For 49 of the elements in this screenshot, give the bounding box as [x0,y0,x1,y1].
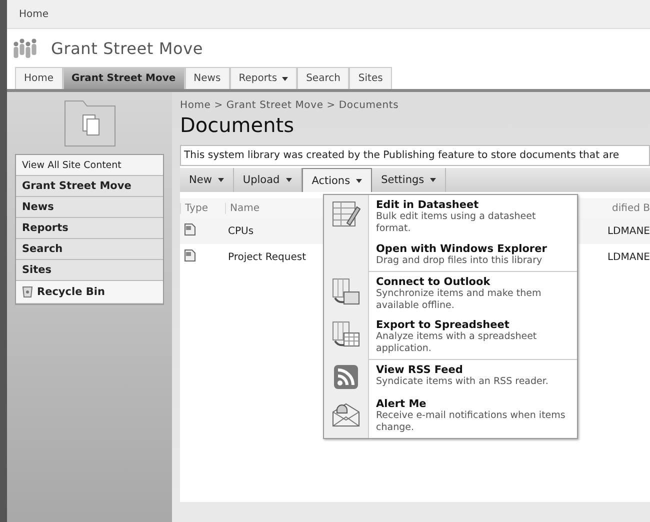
menu-item-title[interactable]: Edit in Datasheet [376,199,573,211]
nav-tab[interactable]: Home [15,67,63,89]
nav-tab[interactable]: Search [297,67,350,89]
menu-item-description: Analyze items with a spreadsheet application. [376,331,538,356]
document-icon [184,249,196,262]
sidebar-item[interactable]: Grant Street Move [16,176,163,197]
table-cell: LDMANE [607,252,650,262]
site-title: Grant Street Move [51,38,203,58]
menu-item-description: Drag and drop files into this library [376,254,544,267]
people-icon [13,37,39,59]
sidebar-item[interactable]: Search [16,239,163,260]
toolbar-menu-button[interactable]: Actions [302,168,372,192]
rss-icon [333,364,359,390]
menu-item-description: Receive e-mail notifications when items change. [376,410,566,434]
nav-tab[interactable]: Sites [349,67,392,89]
caret-icon [218,178,224,182]
toolbar-menu-button[interactable]: New [180,168,234,192]
menu-item-title[interactable]: Export to Spreadsheet [376,319,573,332]
library-description: This system library was created by the Publishing feature to store documents that are [180,145,650,166]
document-icon [184,223,196,236]
spreadsheet-export-icon [331,319,361,350]
column-header[interactable]: dified B [612,202,650,214]
datasheet-icon [331,199,361,229]
breadcrumb: Home > Grant Street Move > Documents [180,100,400,111]
column-header[interactable]: Type [180,202,225,214]
menu-item-title[interactable]: Open with Windows Explorer [376,242,547,255]
menu-item-title[interactable]: Alert Me [376,398,573,410]
menu-item-description: Syndicate items with an RSS reader. [376,376,548,388]
sidebar-item[interactable]: Recycle Bin [16,281,163,304]
menu-item-description: Bulk edit items using a datasheet format. [376,211,537,235]
sidebar-item[interactable]: Reports [16,218,163,239]
nav-tab[interactable]: Reports [230,67,298,89]
menu-item-title[interactable]: View RSS Feed [376,364,548,376]
toolbar-menu-button[interactable]: Settings [372,168,446,192]
sidebar-item[interactable]: Sites [16,260,163,281]
nav-tab[interactable]: News [184,67,230,89]
table-cell: LDMANE [607,226,650,236]
menu-item-title[interactable]: Connect to Outlook [376,276,573,288]
page-title: Documents [180,113,296,137]
recycle-bin-icon [22,286,33,298]
menu-item-description: Synchronize items and make them available offline. [376,288,542,312]
sidebar-item[interactable]: View All Site Content [16,155,163,176]
folder-sync-icon [331,276,361,306]
caret-icon [430,178,436,182]
caret-icon [356,178,362,182]
sidebar-item[interactable]: News [16,197,163,218]
home-link[interactable]: Home [19,8,49,20]
nav-tab[interactable]: Grant Street Move [62,67,185,89]
caret-icon [286,178,292,182]
